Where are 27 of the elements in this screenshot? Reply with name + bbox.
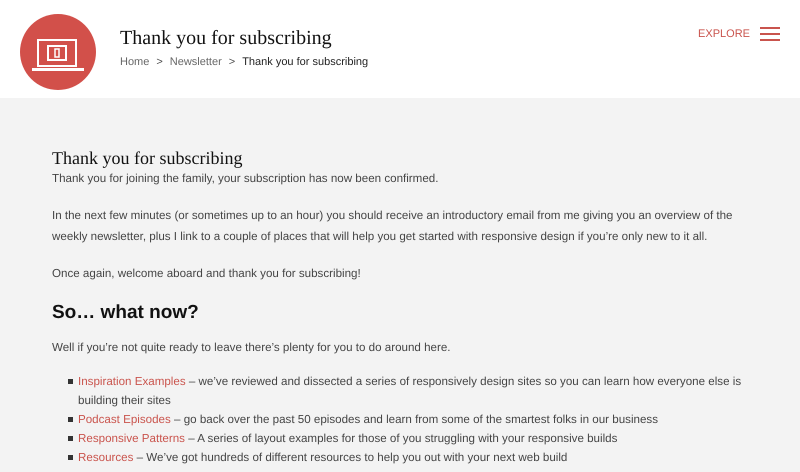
page-title: Thank you for subscribing — [120, 26, 333, 50]
bullet-icon — [68, 379, 73, 384]
list-link[interactable]: Inspiration Examples — [78, 375, 186, 388]
list-item-text: Podcast Episodes – go back over the past 50 episodes and learn from some of the smartest folks in our business — [78, 412, 658, 428]
list-link[interactable]: Responsive Patterns — [78, 432, 185, 445]
bullet-icon — [68, 417, 73, 422]
breadcrumb-separator: > — [156, 55, 163, 70]
bullet-icon — [68, 455, 73, 460]
laptop-logo-icon — [20, 14, 96, 90]
paragraph: Well if you’re not quite ready to leave there’s plenty for you to do around here. — [52, 340, 452, 356]
bullet-icon — [68, 436, 73, 441]
breadcrumb-link[interactable]: Newsletter — [170, 54, 222, 70]
list-link[interactable]: Podcast Episodes — [78, 413, 171, 426]
list-item-text: Inspiration Examples – we’ve reviewed and dissected a series of responsively design sites so you can learn how everyone else is building their sites — [78, 374, 742, 409]
breadcrumb-current: Thank you for subscribing — [242, 55, 368, 70]
breadcrumb-separator: > — [228, 55, 236, 70]
paragraph: Once again, welcome aboard and thank you for subscribing! — [52, 266, 362, 282]
breadcrumb-link[interactable]: Home — [120, 54, 150, 70]
list-item-text: Responsive Patterns – A series of layout examples for those of you struggling with your responsive builds — [78, 431, 618, 447]
list-link[interactable]: Resources — [78, 451, 134, 464]
list-item-text: Resources – We’ve got hundreds of different resources to help you out with your next web build — [78, 450, 568, 466]
explore-link[interactable]: EXPLORE — [698, 26, 750, 42]
menu-icon[interactable] — [760, 26, 780, 42]
subheading: So… what now? — [52, 302, 200, 323]
paragraph: In the next few minutes (or sometimes up to an hour) you should receive an introductory email from me giving you an overview of the weekly newsletter, plus I link to a couple of places that will help you get started with responsive design if you’re only new to it all. — [52, 208, 734, 245]
content-heading: Thank you for subscribing — [52, 148, 244, 168]
paragraph: Thank you for joining the family, your subscription has now been confirmed. — [52, 171, 440, 187]
